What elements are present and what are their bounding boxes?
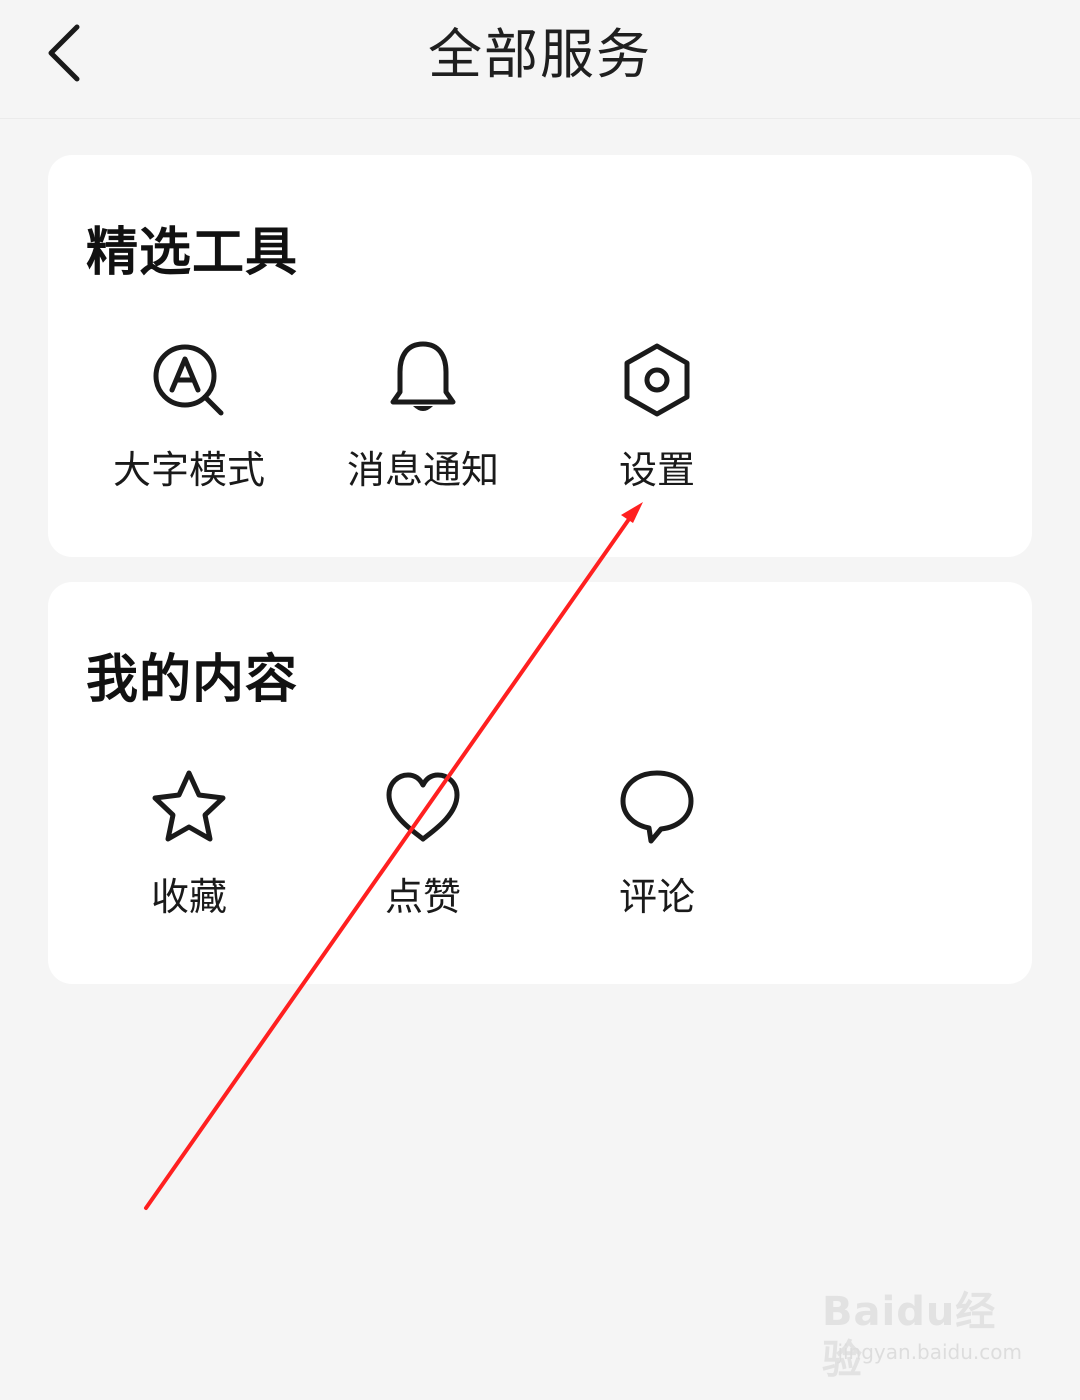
section-title: 我的内容 <box>86 650 299 710</box>
top-bar: 全部服务 <box>0 0 1080 119</box>
content-grid: 收藏 点赞 评论 <box>72 762 774 942</box>
watermark: Baidu经验 jingyan.baidu.com <box>822 1288 1022 1383</box>
tile-label: 点赞 <box>384 875 461 919</box>
tool-grid: 大字模式 消息通知 设置 <box>72 335 774 515</box>
heart-icon <box>386 772 460 842</box>
watermark-brand: Baidu经验 <box>822 1289 997 1383</box>
speech-bubble-icon <box>620 770 694 844</box>
tile-comments[interactable]: 评论 <box>540 762 774 942</box>
tile-label: 设置 <box>618 448 695 492</box>
tile-notifications[interactable]: 消息通知 <box>306 335 540 515</box>
bell-icon <box>390 341 456 411</box>
tile-label: 收藏 <box>150 875 227 919</box>
featured-tools-card: 精选工具 大字模式 消息通知 设置 <box>48 155 1032 557</box>
tile-settings[interactable]: 设置 <box>540 335 774 515</box>
tile-favorites[interactable]: 收藏 <box>72 762 306 942</box>
tile-label: 评论 <box>618 875 695 919</box>
my-content-card: 我的内容 收藏 点赞 评论 <box>48 582 1032 984</box>
hexagon-gear-icon <box>624 343 690 417</box>
page-title: 全部服务 <box>428 23 652 86</box>
section-title: 精选工具 <box>86 223 299 283</box>
tile-likes[interactable]: 点赞 <box>306 762 540 942</box>
font-search-icon <box>153 344 224 416</box>
tile-label: 大字模式 <box>112 448 265 492</box>
watermark-url: jingyan.baidu.com <box>837 1340 1022 1364</box>
tile-label: 消息通知 <box>346 448 499 492</box>
star-icon <box>152 770 226 842</box>
tile-large-font-mode[interactable]: 大字模式 <box>72 335 306 515</box>
